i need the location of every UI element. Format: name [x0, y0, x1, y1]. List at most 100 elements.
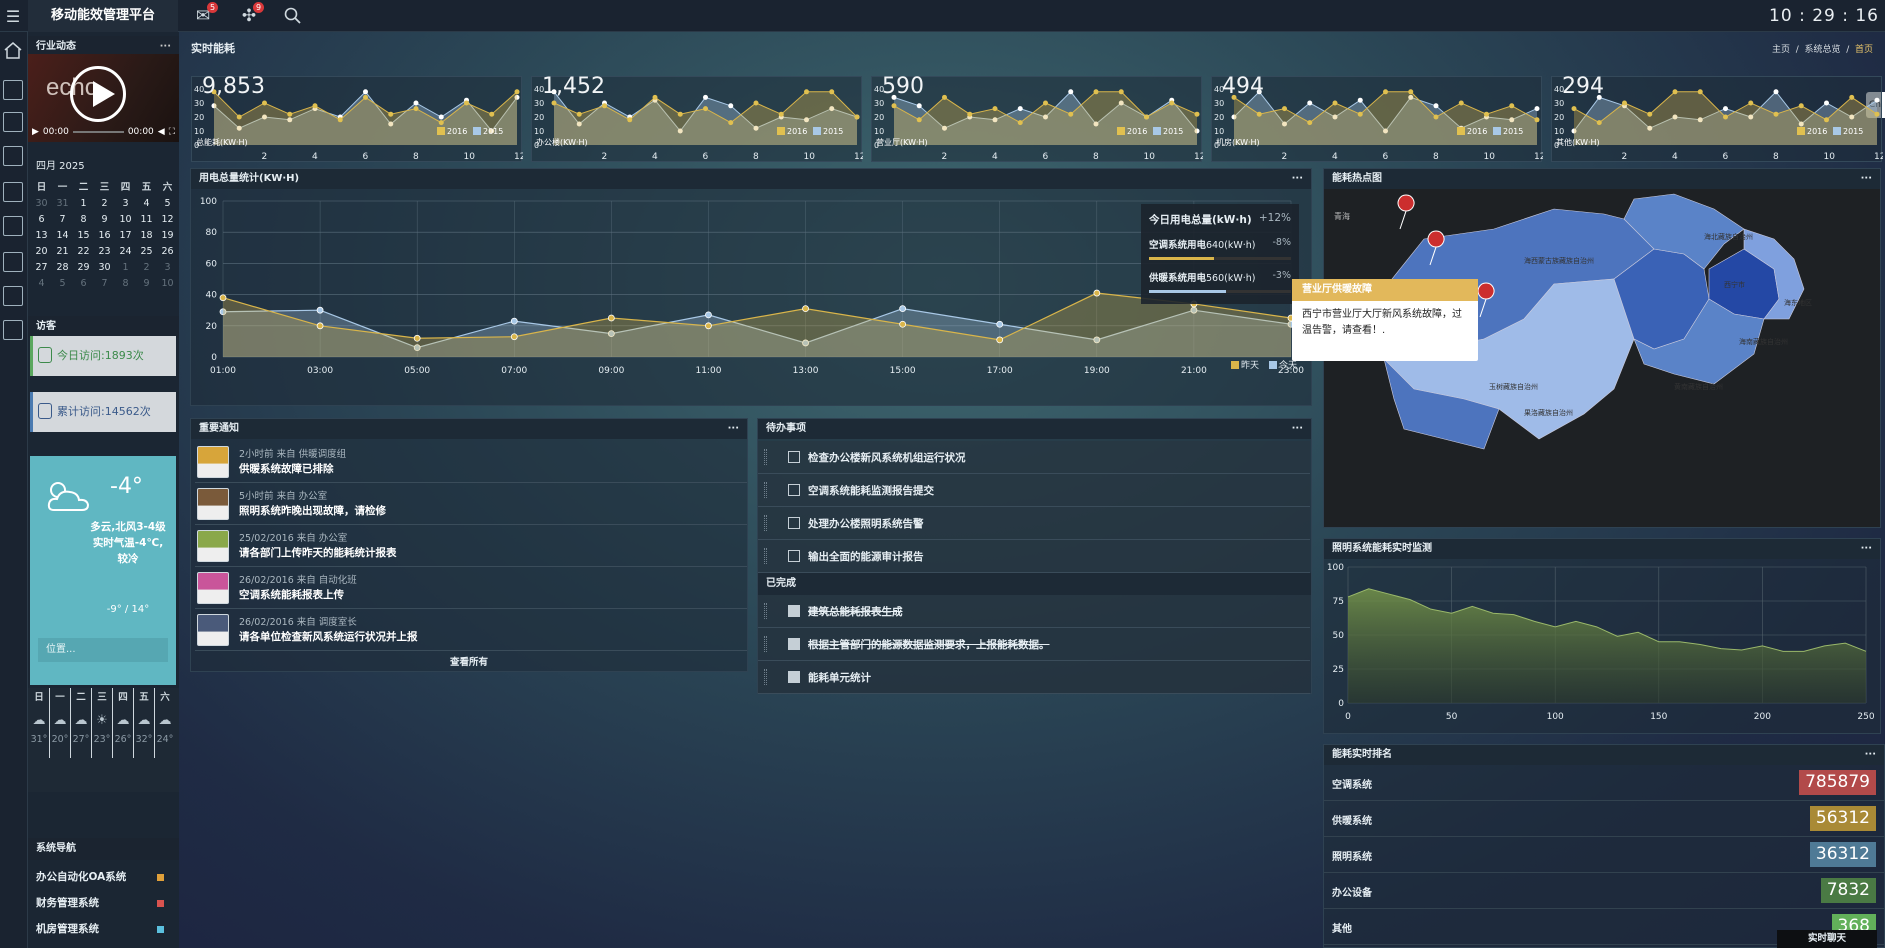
table-icon[interactable] — [3, 182, 23, 202]
calendar-day[interactable]: 30 — [94, 260, 115, 276]
stat-card[interactable]: 0 10 20 30 40 2 4 6 8 10 12 机房(KW·H) 2016 2015 494 — [1211, 74, 1543, 162]
chat-button[interactable]: 实时聊天 — [1777, 930, 1877, 948]
todo-item[interactable]: 输出全面的能源审计报告 — [758, 540, 1310, 573]
drag-handle[interactable] — [764, 449, 767, 465]
video-player[interactable]: echo ▶ 00:00 00:00 ◀ ⛶ — [28, 54, 179, 142]
chart-icon[interactable] — [3, 216, 23, 236]
todo-checkbox[interactable] — [788, 484, 800, 496]
calendar-day[interactable]: 9 — [136, 276, 157, 292]
calendar-day[interactable]: 10 — [157, 276, 178, 292]
drag-handle[interactable] — [764, 603, 767, 619]
data-point[interactable] — [510, 317, 518, 325]
todo-item[interactable]: 检查办公楼新风系统机组运行状况 — [758, 441, 1310, 474]
notice-item[interactable]: 26/02/2016 来自 自动化班 空调系统能耗报表上传 — [195, 567, 747, 609]
nav-item[interactable]: 空调管理系统 — [36, 944, 176, 948]
nav-item[interactable]: 办公自动化OA系统 — [36, 866, 176, 888]
mail-icon[interactable]: ✉ 5 — [190, 2, 218, 28]
rank-row[interactable]: 办公设备 7832 — [1324, 873, 1884, 909]
more-icon[interactable]: ··· — [1292, 419, 1303, 439]
calendar-day[interactable]: 8 — [115, 276, 136, 292]
map-pin[interactable] — [1397, 194, 1415, 230]
done-item[interactable]: 根据主管部门的能源数据监测要求，上报能耗数据。 — [758, 628, 1310, 661]
home-icon[interactable] — [3, 40, 23, 60]
calendar-day[interactable]: 11 — [136, 212, 157, 228]
data-point[interactable] — [316, 306, 324, 314]
calendar-day[interactable]: 7 — [52, 212, 73, 228]
drag-handle[interactable] — [764, 548, 767, 564]
typography-icon[interactable] — [3, 80, 23, 100]
calendar-day[interactable]: 6 — [31, 212, 52, 228]
stat-card[interactable]: 0 10 20 30 40 2 4 6 8 10 12 其他(KW·H) 2016 2015 294 — [1551, 74, 1883, 162]
done-item[interactable]: 能耗单元统计 — [758, 661, 1310, 694]
crumb-home[interactable]: 主页 — [1772, 45, 1790, 55]
data-point[interactable] — [899, 320, 907, 328]
calendar-day[interactable]: 9 — [94, 212, 115, 228]
drag-handle[interactable] — [764, 669, 767, 685]
calendar-day[interactable]: 4 — [31, 276, 52, 292]
notice-item[interactable]: 5小时前 来自 办公室 照明系统昨晚出现故障，请检修 — [195, 483, 747, 525]
todo-item[interactable]: 空调系统能耗监测报告提交 — [758, 474, 1310, 507]
calendar-day[interactable]: 21 — [52, 244, 73, 260]
calendar-day[interactable]: 1 — [73, 196, 94, 212]
data-point[interactable] — [510, 333, 518, 341]
stat-card[interactable]: 0 10 20 30 40 2 4 6 8 10 12 营业厅(KW·H) 2016 2015 590 — [871, 74, 1203, 162]
rank-row[interactable]: 空调系统 785879 — [1324, 765, 1884, 801]
calendar-day[interactable]: 24 — [115, 244, 136, 260]
calendar-day[interactable]: 5 — [52, 276, 73, 292]
document-icon[interactable] — [3, 146, 23, 166]
calendar-day[interactable]: 5 — [157, 196, 178, 212]
calendar-day[interactable]: 3 — [115, 196, 136, 212]
calendar-day[interactable]: 16 — [94, 228, 115, 244]
data-point[interactable] — [899, 305, 907, 313]
calendar-day[interactable]: 6 — [73, 276, 94, 292]
location-input[interactable]: 位置... — [38, 638, 168, 662]
nav-item[interactable]: 机房管理系统 — [36, 918, 176, 940]
data-point[interactable] — [802, 305, 809, 313]
play-icon[interactable] — [70, 66, 126, 122]
calendar-day[interactable]: 7 — [94, 276, 115, 292]
drag-handle[interactable] — [764, 482, 767, 498]
rank-row[interactable]: 照明系统 36312 — [1324, 837, 1884, 873]
more-icon[interactable]: ··· — [1861, 539, 1872, 559]
todo-checkbox-checked[interactable] — [788, 605, 800, 617]
notice-item[interactable]: 25/02/2016 来自 办公室 请各部门上传昨天的能耗统计报表 — [195, 525, 747, 567]
calendar-day[interactable]: 10 — [115, 212, 136, 228]
stat-card[interactable]: 0 10 20 30 40 2 4 6 8 10 12 办公楼(KW·H) 2016 2015 1,452 — [531, 74, 863, 162]
calendar-day[interactable]: 4 — [136, 196, 157, 212]
alerts-icon[interactable]: ✣ 9 — [236, 2, 264, 28]
calendar-day[interactable]: 3 — [157, 260, 178, 276]
todo-checkbox-checked[interactable] — [788, 671, 800, 683]
calendar-day[interactable]: 14 — [52, 228, 73, 244]
calendar-day[interactable]: 2 — [94, 196, 115, 212]
nav-item[interactable]: 财务管理系统 — [36, 892, 176, 914]
calendar-day[interactable]: 17 — [115, 228, 136, 244]
layout-icon[interactable] — [3, 320, 23, 340]
drag-handle[interactable] — [764, 636, 767, 652]
calendar-day[interactable]: 27 — [31, 260, 52, 276]
todo-checkbox[interactable] — [788, 451, 800, 463]
calendar-day[interactable]: 22 — [73, 244, 94, 260]
calendar-day[interactable]: 25 — [136, 244, 157, 260]
more-icon[interactable]: ··· — [1865, 745, 1876, 765]
more-icon[interactable]: ··· — [728, 419, 739, 439]
data-point[interactable] — [996, 320, 1004, 328]
calendar-day[interactable]: 28 — [52, 260, 73, 276]
menu-icon[interactable]: ☰ — [0, 0, 26, 32]
calendar-icon[interactable] — [3, 286, 23, 306]
calendar-day[interactable]: 30 — [31, 196, 52, 212]
more-icon[interactable]: ··· — [1861, 169, 1872, 189]
calendar-day[interactable]: 2 — [136, 260, 157, 276]
data-point[interactable] — [413, 334, 421, 342]
calendar-day[interactable]: 29 — [73, 260, 94, 276]
folder-icon[interactable] — [3, 252, 23, 272]
data-point[interactable] — [996, 336, 1004, 344]
calendar-day[interactable]: 31 — [52, 196, 73, 212]
todo-checkbox[interactable] — [788, 517, 800, 529]
search-icon[interactable] — [280, 4, 306, 28]
calendar-day[interactable]: 15 — [73, 228, 94, 244]
play-small-icon[interactable]: ▶ — [32, 127, 39, 137]
volume-icon[interactable]: ◀ — [158, 127, 165, 137]
data-point[interactable] — [607, 314, 615, 322]
calendar-day[interactable]: 18 — [136, 228, 157, 244]
crumb-overview[interactable]: 系统总览 — [1804, 45, 1840, 55]
